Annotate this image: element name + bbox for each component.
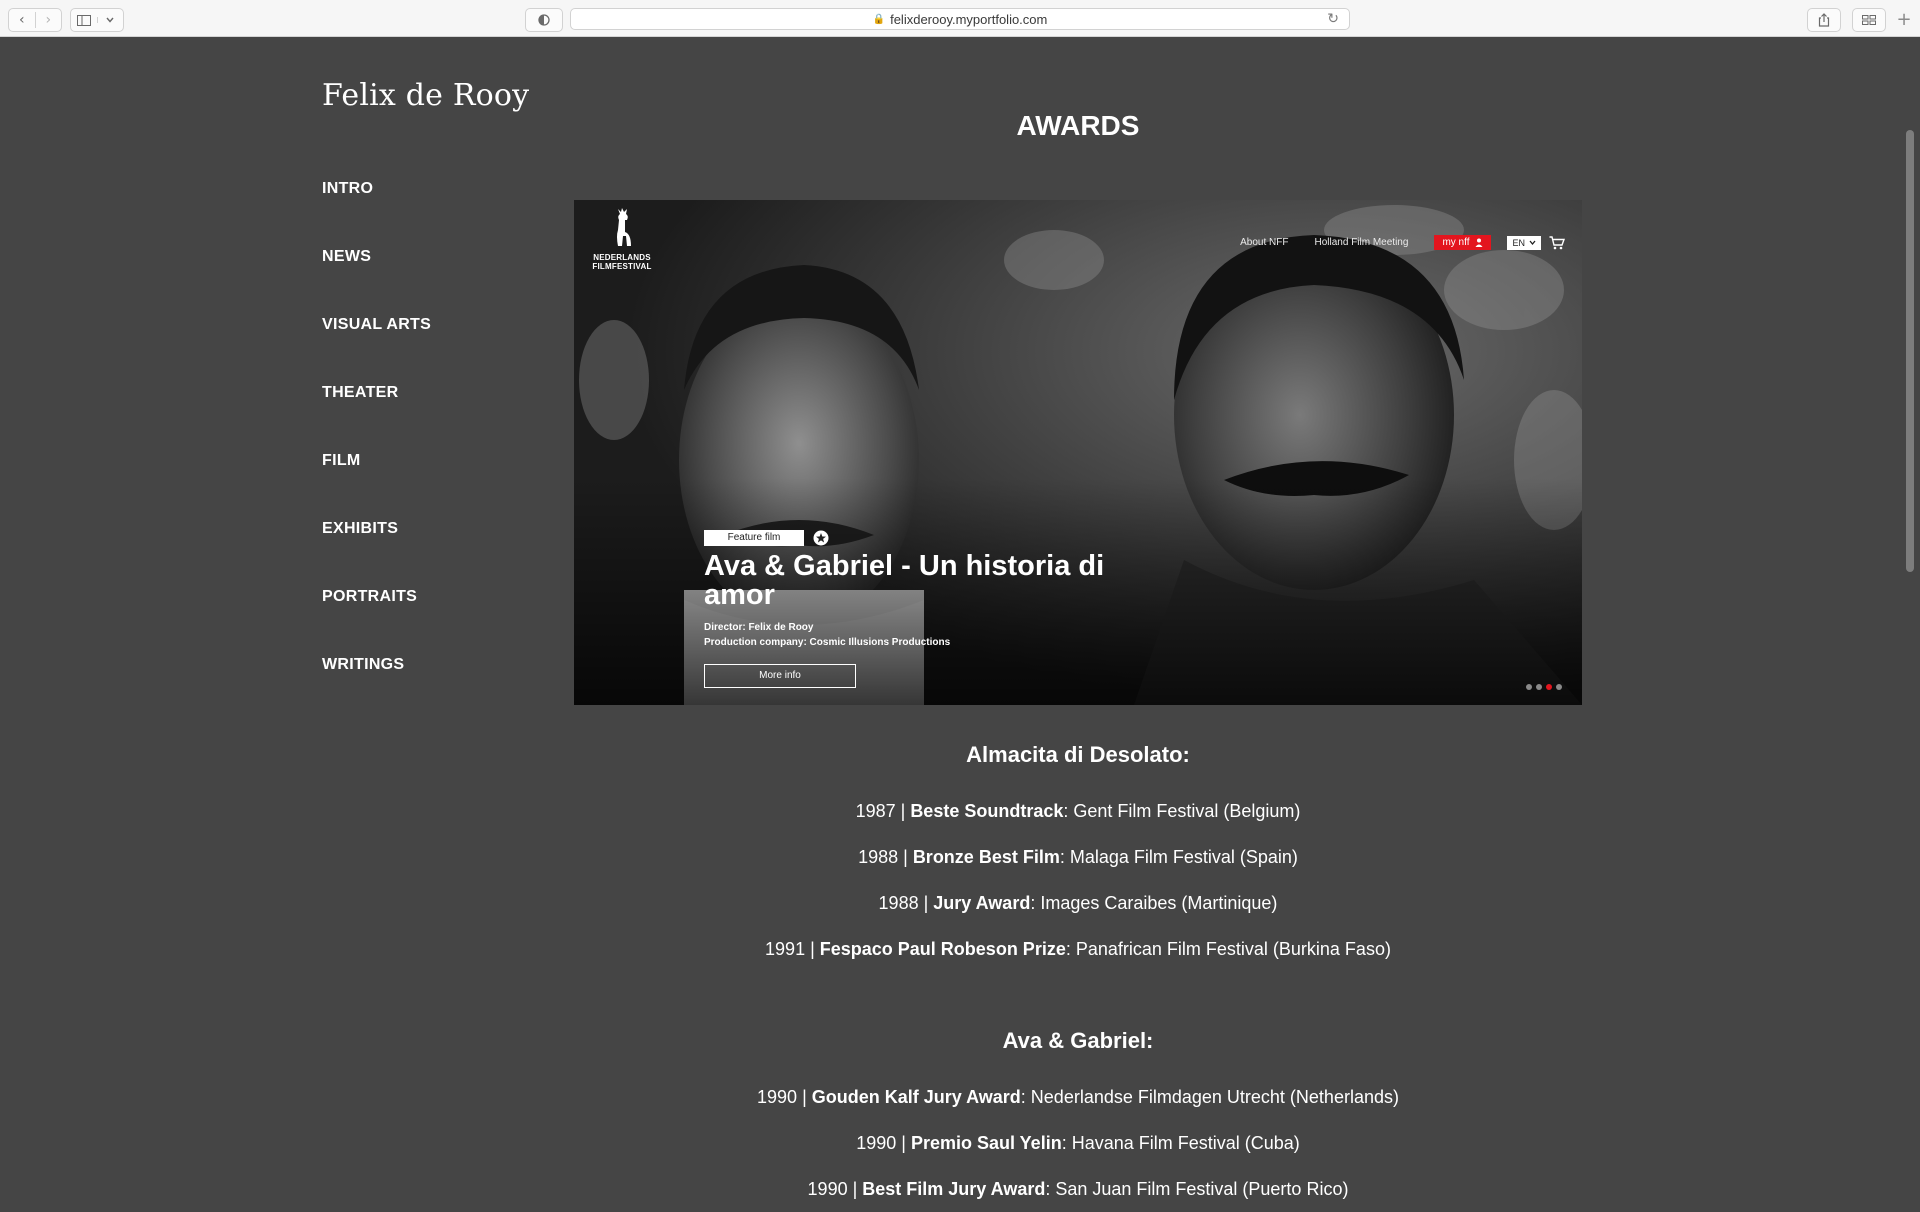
language-value: EN	[1512, 237, 1525, 248]
user-icon	[1475, 238, 1483, 247]
award-festival: : Images Caraibes (Martinique)	[1030, 893, 1278, 913]
award-item: 1987 | Beste Soundtrack: Gent Film Festi…	[574, 788, 1582, 834]
slide-dot[interactable]	[1556, 684, 1562, 690]
award-festival: : Havana Film Festival (Cuba)	[1061, 1133, 1300, 1153]
slide-dot[interactable]	[1536, 684, 1542, 690]
award-sep: |	[847, 1179, 863, 1199]
browser-toolbar: ‹ › 🔒 felixderooy.myportfolio.com ↻ +	[0, 0, 1920, 37]
menu-item-film[interactable]: FILM	[322, 452, 431, 520]
film-production: Production company: Cosmic Illusions Pro…	[704, 637, 951, 648]
reload-icon[interactable]: ↻	[1327, 11, 1339, 27]
award-sep: |	[895, 801, 911, 821]
tab-overview-icon[interactable]	[1852, 8, 1886, 32]
award-item: 1990 | Premio Saul Yelin: Havana Film Fe…	[574, 1120, 1582, 1166]
nff-logo-line2: FILMFESTIVAL	[592, 262, 652, 271]
film-heading-ava-gabriel: Ava & Gabriel:	[1002, 1028, 1154, 1053]
award-name: Premio Saul Yelin	[910, 1133, 1062, 1153]
menu-item-theater[interactable]: THEATER	[322, 384, 431, 452]
menu-item-portraits[interactable]: PORTRAITS	[322, 588, 431, 656]
slide-dot[interactable]	[1526, 684, 1532, 690]
nff-banner-image: NEDERLANDS FILMFESTIVAL About NFF Hollan…	[574, 200, 1582, 705]
nff-nav-meeting[interactable]: Holland Film Meeting	[1315, 237, 1409, 248]
award-festival: : Nederlandse Filmdagen Utrecht (Netherl…	[1020, 1087, 1399, 1107]
award-item: 1988 | Jury Award: Images Caraibes (Mart…	[574, 880, 1582, 926]
award-name: Gouden Kalf Jury Award	[811, 1087, 1021, 1107]
award-name: Bronze Best Film	[912, 847, 1060, 867]
main-menu: INTRO NEWS VISUAL ARTS THEATER FILM EXHI…	[322, 180, 431, 724]
nff-logo[interactable]: NEDERLANDS FILMFESTIVAL	[582, 206, 662, 271]
nff-logo-line1: NEDERLANDS	[593, 253, 651, 262]
award-sep: |	[797, 1087, 812, 1107]
award-festival: : Panafrican Film Festival (Burkina Faso…	[1065, 939, 1391, 959]
page-heading: AWARDS	[1016, 110, 1140, 141]
new-tab-icon[interactable]: +	[1894, 8, 1914, 30]
award-name: Jury Award	[933, 893, 1031, 913]
film-title: Ava & Gabriel - Un historia di amor	[704, 550, 1105, 611]
share-icon[interactable]	[1807, 8, 1841, 32]
film-heading-almacita: Almacita di Desolato:	[966, 742, 1190, 767]
menu-item-intro[interactable]: INTRO	[322, 180, 431, 248]
award-year: 1987	[855, 801, 896, 821]
award-sep: |	[898, 847, 913, 867]
slide-dot-active[interactable]	[1546, 684, 1552, 690]
award-year: 1990	[856, 1133, 897, 1153]
award-year: 1988	[878, 893, 919, 913]
award-sep: |	[918, 893, 934, 913]
sidebar-toggle	[70, 8, 124, 32]
menu-item-writings[interactable]: WRITINGS	[322, 656, 431, 724]
url-text: felixderooy.myportfolio.com	[890, 11, 1048, 27]
award-sep: |	[805, 939, 820, 959]
menu-item-news[interactable]: NEWS	[322, 248, 431, 316]
award-year: 1988	[858, 847, 899, 867]
site-title[interactable]: Felix de Rooy	[322, 78, 529, 113]
more-info-button[interactable]: More info	[704, 664, 856, 688]
feature-film-tag: Feature film	[704, 530, 804, 546]
address-bar[interactable]: 🔒 felixderooy.myportfolio.com ↻	[570, 8, 1350, 30]
forward-icon[interactable]: ›	[34, 12, 62, 28]
film-director: Director: Felix de Rooy	[704, 622, 814, 633]
award-item: 1990 | Best Film Jury Award: San Juan Fi…	[574, 1166, 1582, 1212]
page-scrollbar[interactable]	[1906, 130, 1914, 572]
language-select[interactable]: EN	[1507, 235, 1541, 250]
award-item: 1991 | Fespaco Paul Robeson Prize: Panaf…	[574, 926, 1582, 972]
menu-item-exhibits[interactable]: EXHIBITS	[322, 520, 431, 588]
award-festival: : Gent Film Festival (Belgium)	[1063, 801, 1301, 821]
award-festival: : San Juan Film Festival (Puerto Rico)	[1045, 1179, 1349, 1199]
star-icon[interactable]	[813, 530, 829, 546]
award-name: Best Film Jury Award	[862, 1179, 1046, 1199]
slide-dots	[1526, 684, 1562, 690]
award-item: 1990 | Gouden Kalf Jury Award: Nederland…	[574, 1074, 1582, 1120]
nff-nav-about[interactable]: About NFF	[1240, 237, 1288, 248]
award-item: 1988 | Bronze Best Film: Malaga Film Fes…	[574, 834, 1582, 880]
privacy-shield-icon[interactable]	[525, 8, 563, 32]
award-year: 1990	[807, 1179, 848, 1199]
award-name: Fespaco Paul Robeson Prize	[819, 939, 1066, 959]
award-year: 1990	[757, 1087, 798, 1107]
chevron-down-icon[interactable]	[96, 17, 124, 23]
my-nff-label: my nff	[1442, 237, 1470, 248]
my-nff-button[interactable]: my nff	[1434, 235, 1492, 250]
back-icon[interactable]: ‹	[9, 12, 35, 28]
deer-logo-icon	[617, 208, 631, 246]
nff-nav: About NFF Holland Film Meeting my nff EN	[1240, 235, 1565, 250]
menu-item-visual-arts[interactable]: VISUAL ARTS	[322, 316, 431, 384]
history-nav: ‹ ›	[8, 8, 62, 32]
sidebar-icon[interactable]	[71, 14, 97, 26]
film-meta: Director: Felix de Rooy Production compa…	[704, 620, 950, 650]
awards-list: Almacita di Desolato: 1987 | Beste Sound…	[574, 738, 1582, 1212]
award-name: Beste Soundtrack	[910, 801, 1064, 821]
award-festival: : Malaga Film Festival (Spain)	[1059, 847, 1298, 867]
lock-icon: 🔒	[872, 13, 886, 25]
award-year: 1991	[765, 939, 806, 959]
cart-icon[interactable]	[1549, 235, 1565, 250]
award-sep: |	[896, 1133, 911, 1153]
chevron-down-icon	[1529, 240, 1536, 245]
